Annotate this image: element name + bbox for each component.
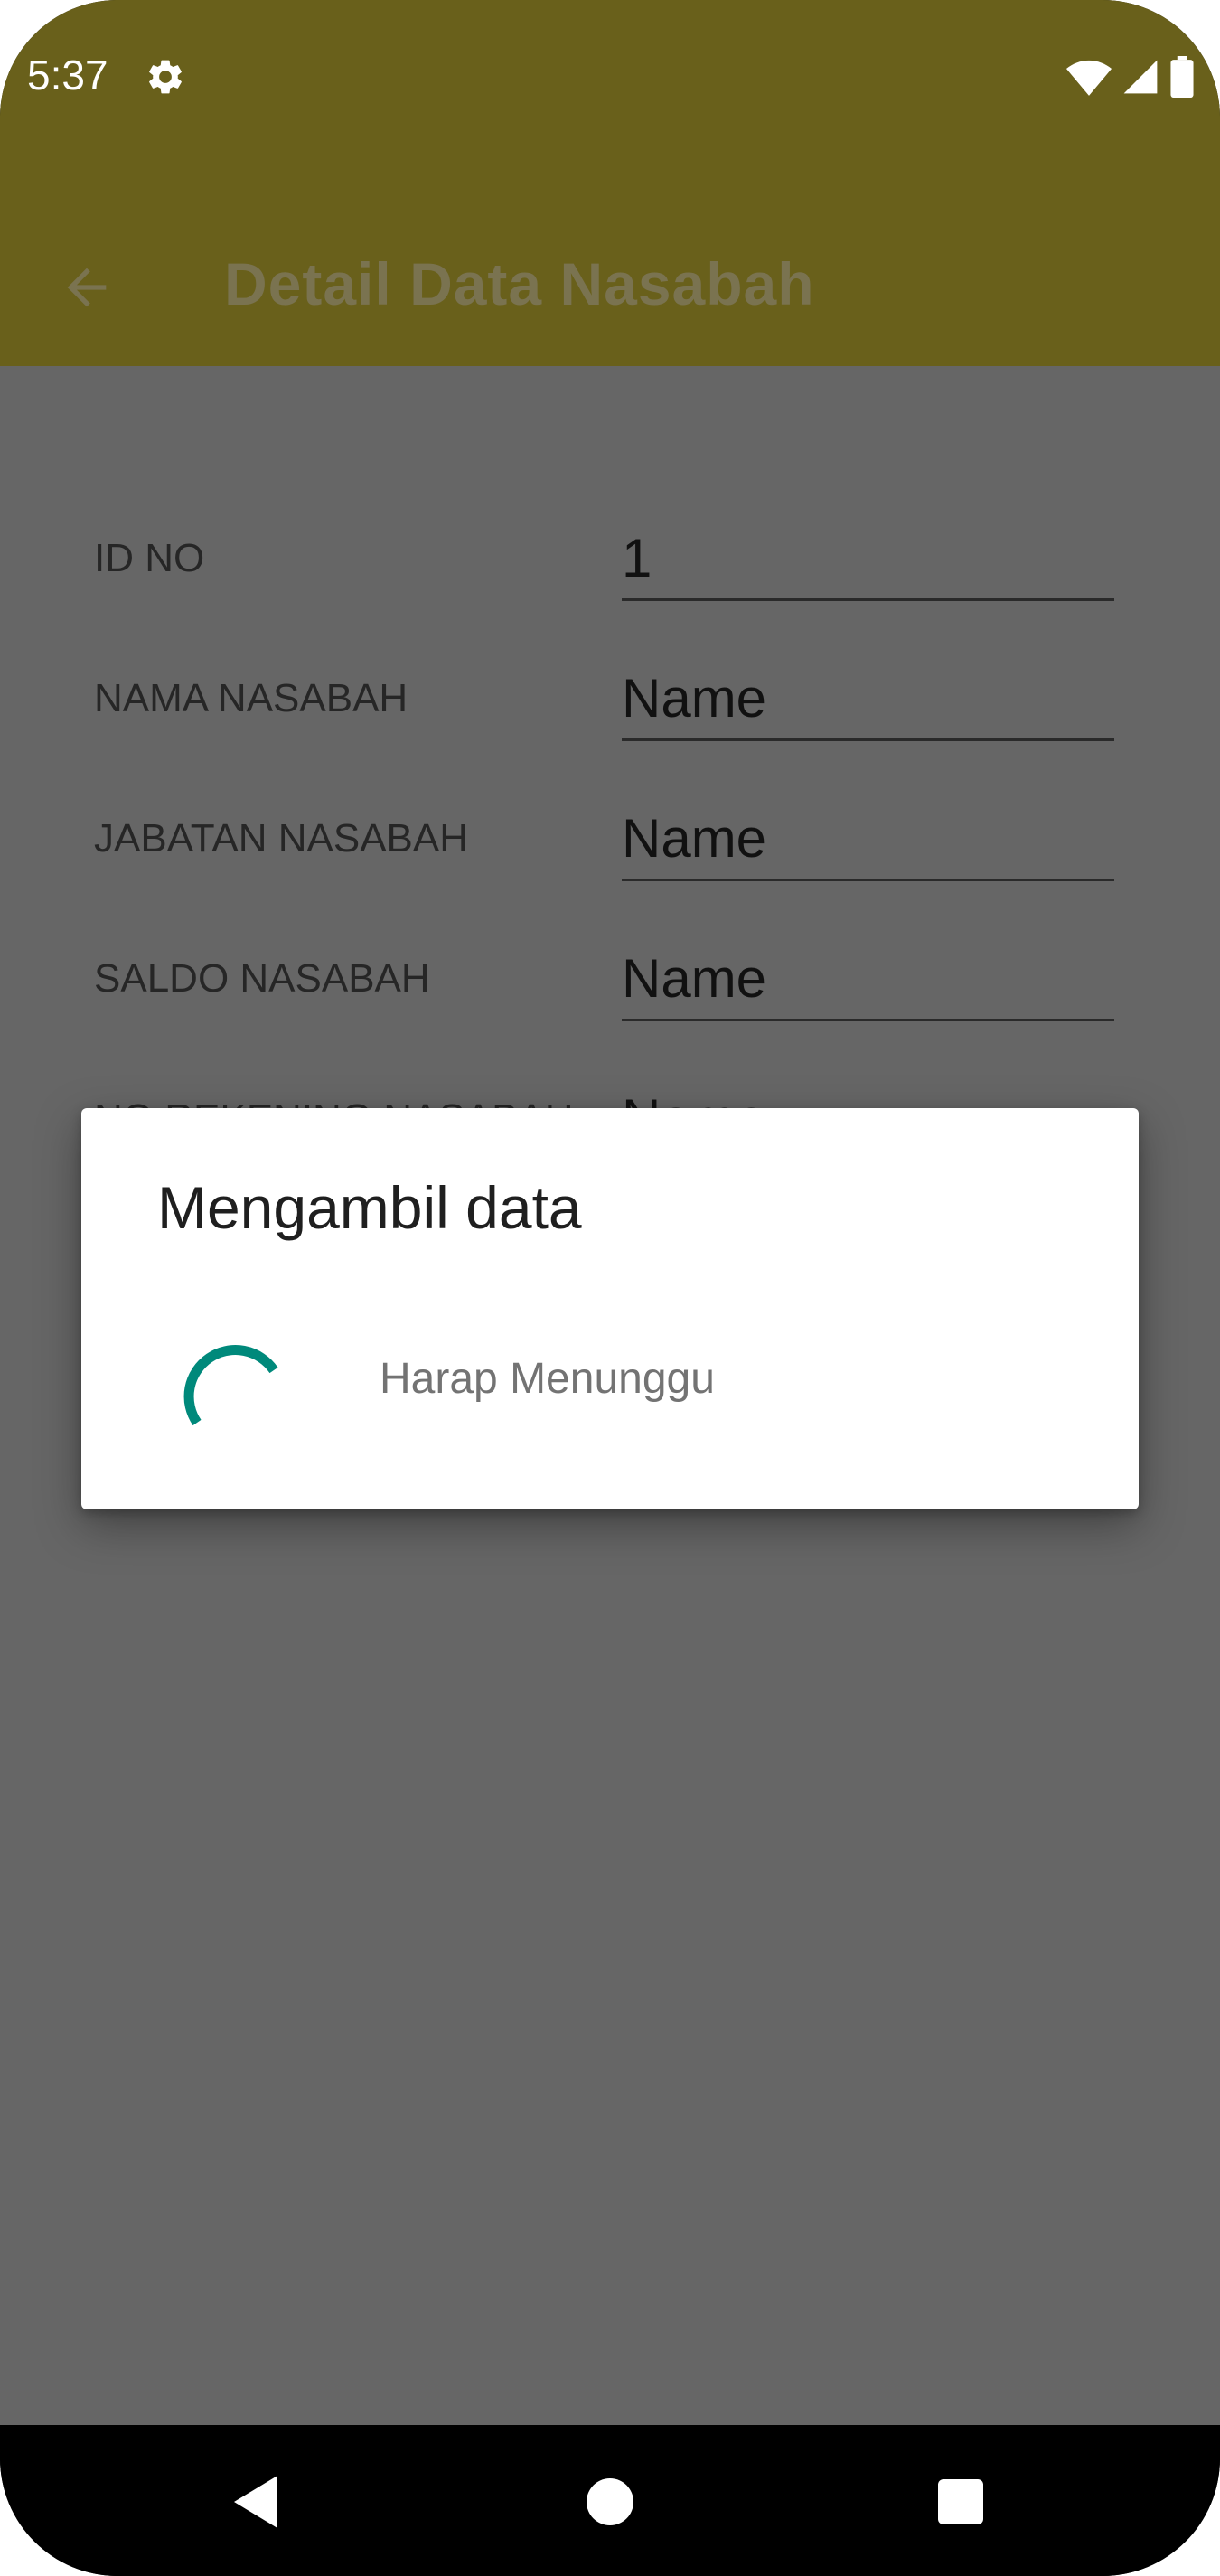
navigation-bar xyxy=(0,2425,1220,2576)
form-row-id-no: ID NO 1 xyxy=(0,484,1220,601)
dialog-message: Harap Menunggu xyxy=(380,1355,715,1403)
form-label: JABATAN NASABAH xyxy=(94,816,469,860)
dialog-title: Mengambil data xyxy=(157,1174,582,1241)
home-circle-icon xyxy=(587,2478,633,2525)
field-value: Name xyxy=(622,948,767,1009)
form-row-jabatan-nasabah: JABATAN NASABAH Name xyxy=(0,764,1220,881)
field-value: Name xyxy=(622,808,767,869)
saldo-nasabah-field[interactable]: Name xyxy=(622,937,1114,1021)
status-icons xyxy=(1066,54,1195,99)
phone-screen: 5:37 Detail Data Nasabah ID NO 1 NAMA NA… xyxy=(0,0,1220,2576)
field-value: Name xyxy=(622,668,767,729)
settings-gear-icon xyxy=(149,60,182,94)
form-row-saldo-nasabah: SALDO NASABAH Name xyxy=(0,904,1220,1021)
top-area: 5:37 Detail Data Nasabah xyxy=(0,0,1220,366)
form-label: NAMA NASABAH xyxy=(94,676,408,720)
loading-spinner-icon xyxy=(183,1345,278,1426)
recents-square-icon xyxy=(938,2479,983,2524)
form-row-nama-nasabah: NAMA NASABAH Name xyxy=(0,624,1220,741)
id-no-field[interactable]: 1 xyxy=(622,517,1114,601)
status-time: 5:37 xyxy=(27,52,108,99)
nav-recents-button[interactable] xyxy=(911,2452,1010,2552)
wifi-icon xyxy=(1066,60,1112,96)
page-title: Detail Data Nasabah xyxy=(224,250,815,317)
battery-icon xyxy=(1170,56,1194,98)
jabatan-nasabah-field[interactable]: Name xyxy=(622,797,1114,881)
status-bar: 5:37 xyxy=(0,0,1220,154)
form-label: SALDO NASABAH xyxy=(94,956,430,1001)
nav-back-button[interactable] xyxy=(206,2452,305,2552)
nav-home-button[interactable] xyxy=(560,2452,660,2552)
form-label: ID NO xyxy=(94,536,205,580)
app-bar: Detail Data Nasabah xyxy=(0,217,1220,366)
nama-nasabah-field[interactable]: Name xyxy=(622,657,1114,741)
progress-dialog: Mengambil data Harap Menunggu xyxy=(81,1108,1139,1509)
cellular-signal-icon xyxy=(1123,60,1158,94)
field-value: 1 xyxy=(622,528,652,588)
back-triangle-icon xyxy=(234,2476,277,2528)
arrow-back-icon[interactable] xyxy=(58,259,116,316)
